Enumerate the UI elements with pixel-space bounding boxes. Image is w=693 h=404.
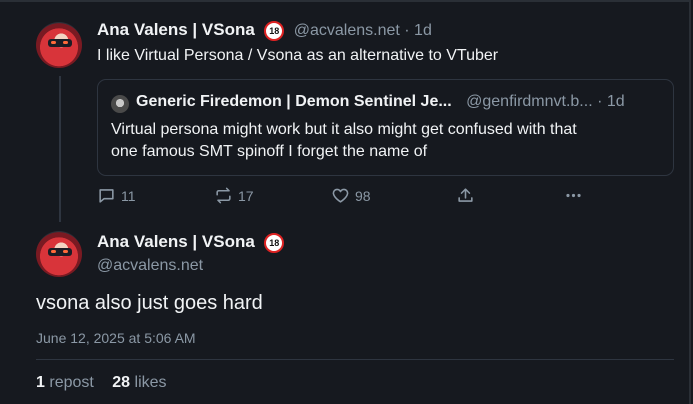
- share-icon: [458, 188, 473, 202]
- main-post-text: vsona also just goes hard: [36, 292, 263, 314]
- display-name[interactable]: Ana Valens | VSona: [97, 20, 255, 39]
- adult-badge-icon: 18: [264, 232, 285, 253]
- handle[interactable]: @acvalens.net: [294, 22, 400, 39]
- post-timestamp[interactable]: June 12, 2025 at 5:06 AM: [36, 330, 196, 346]
- like-button[interactable]: 98: [331, 186, 371, 205]
- thread-line: [59, 76, 61, 222]
- post-age[interactable]: 1d: [414, 22, 432, 39]
- quote-header: Generic Firedemon | Demon Sentinel Je...…: [136, 93, 625, 111]
- reply-post-text: I like Virtual Persona / Vsona as an alt…: [97, 47, 499, 64]
- avatar[interactable]: [36, 231, 82, 277]
- quote-separator: ·: [597, 93, 603, 110]
- like-count: 98: [355, 187, 371, 204]
- quote-text: Virtual persona might work but it also m…: [111, 119, 577, 163]
- like-icon: [332, 188, 349, 203]
- engagement-stats: 1 repost 28 likes: [36, 374, 167, 392]
- quote-text-line: one famous SMT spinoff I forget the name…: [111, 143, 428, 160]
- repost-stat-label: repost: [49, 374, 94, 391]
- reply-count: 11: [121, 187, 136, 204]
- more-button[interactable]: [564, 186, 583, 205]
- reply-post-header: Ana Valens | VSona 18 @acvalens.net · 1d: [97, 20, 432, 41]
- display-name[interactable]: Ana Valens | VSona: [97, 232, 255, 251]
- share-button[interactable]: [456, 186, 475, 205]
- reply-button[interactable]: 11: [97, 186, 136, 205]
- repost-stat-count: 1: [36, 374, 45, 391]
- more-icon: [566, 193, 581, 198]
- quote-handle: @genfirdmnvt.b...: [466, 93, 593, 110]
- divider: [36, 359, 674, 360]
- repost-count: 17: [238, 187, 254, 204]
- like-stat-count: 28: [112, 374, 131, 391]
- main-post-header: Ana Valens | VSona 18: [97, 232, 285, 253]
- adult-badge-icon: 18: [264, 20, 285, 41]
- like-stat[interactable]: 28 likes: [112, 374, 166, 391]
- quote-display-name: Generic Firedemon | Demon Sentinel Je...: [136, 93, 452, 110]
- quote-age: 1d: [606, 93, 625, 110]
- reply-icon: [99, 189, 114, 203]
- repost-button[interactable]: 17: [214, 186, 254, 205]
- quote-text-line: Virtual persona might work but it also m…: [111, 121, 577, 138]
- separator: ·: [404, 22, 410, 39]
- avatar[interactable]: [36, 22, 82, 68]
- like-stat-label: likes: [134, 374, 167, 391]
- handle[interactable]: @acvalens.net: [97, 257, 203, 275]
- repost-stat[interactable]: 1 repost: [36, 374, 98, 391]
- quote-avatar: [111, 95, 129, 113]
- repost-icon: [216, 187, 231, 204]
- quoted-post[interactable]: Generic Firedemon | Demon Sentinel Je...…: [97, 79, 674, 176]
